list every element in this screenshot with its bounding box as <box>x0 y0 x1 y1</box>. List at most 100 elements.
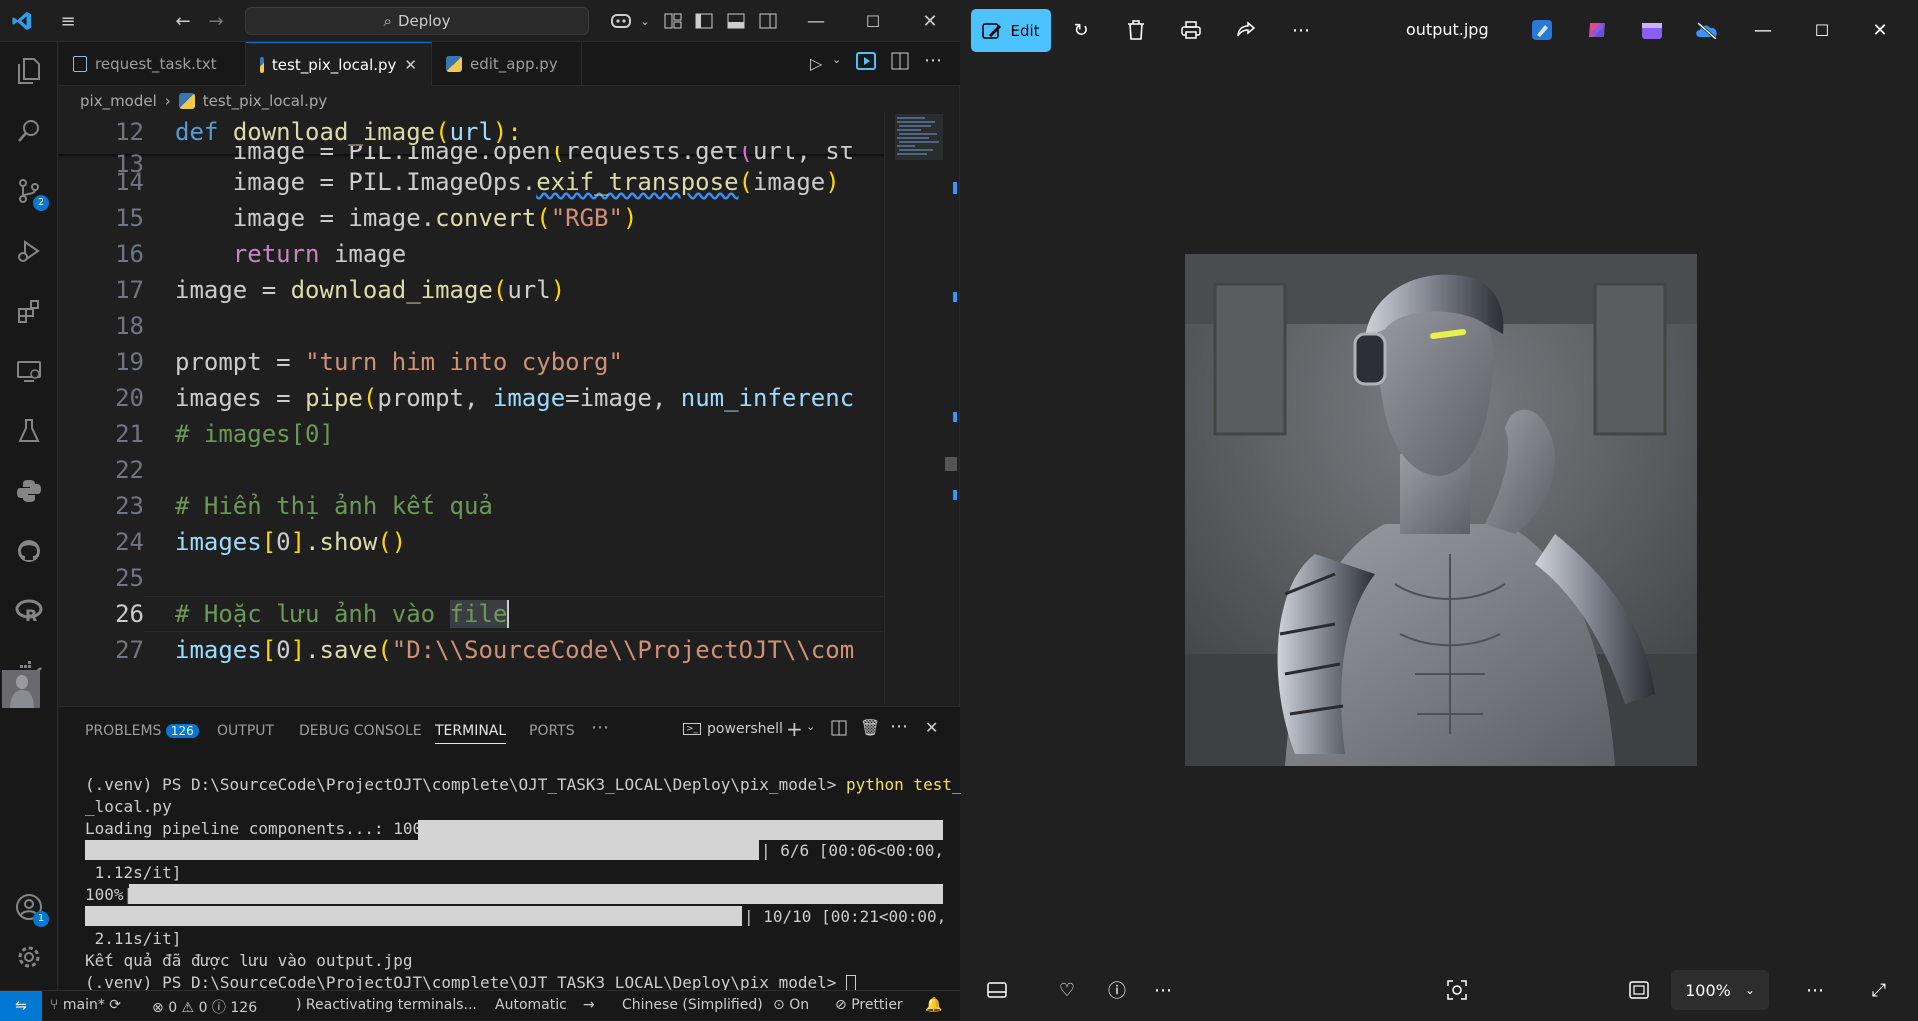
remote-indicator-icon[interactable]: ⇋ <box>0 991 42 1021</box>
notifications-bell-icon[interactable]: 🔔 <box>925 997 942 1013</box>
tab-terminal[interactable]: TERMINAL <box>435 723 507 744</box>
testing-flask-icon[interactable] <box>13 415 45 447</box>
share-icon[interactable] <box>1230 14 1262 46</box>
tab-test-pix-local[interactable]: test_pix_local.py ✕ <box>246 42 432 86</box>
delete-trash-icon[interactable] <box>1120 14 1152 46</box>
error-count: 0 <box>168 1000 178 1016</box>
terminal-icon: >_ <box>683 723 702 735</box>
forward-arrow-icon[interactable]: → <box>204 9 228 33</box>
problems-indicator[interactable]: ⊗ 0 ⚠ 0 ⓘ 126 <box>152 997 257 1017</box>
clipchamp-app-icon[interactable] <box>1636 14 1668 46</box>
toggle-primary-sidebar-icon[interactable] <box>692 9 716 33</box>
close-tab-icon[interactable]: ✕ <box>404 56 417 74</box>
chevron-down-icon: ⌄ <box>1744 983 1755 997</box>
run-chevron-down-icon[interactable]: ⌄ <box>832 53 841 66</box>
copilot-status[interactable]: ⊙ On <box>773 997 809 1013</box>
maximize-icon[interactable]: ☐ <box>1806 14 1838 46</box>
language-indicator[interactable]: Chinese (Simplified) <box>622 997 763 1013</box>
maximize-icon[interactable]: ☐ <box>861 9 885 33</box>
edit-button[interactable]: Edit <box>971 9 1051 52</box>
code-editor[interactable]: 12 def download_image(url): 13 image = P… <box>59 112 884 704</box>
more-options-icon[interactable]: ⋯ <box>1147 974 1179 1006</box>
tab-request-task[interactable]: request_task.txt <box>59 42 246 86</box>
remote-explorer-icon[interactable] <box>13 355 45 387</box>
run-python-file-icon[interactable]: ▷ <box>810 54 822 73</box>
terminal-chevron-down-icon[interactable]: ⌄ <box>806 720 815 733</box>
split-editor-icon[interactable] <box>891 52 909 74</box>
back-arrow-icon[interactable]: ← <box>171 9 195 33</box>
photo-viewer-image[interactable] <box>1185 254 1697 766</box>
file-info-icon[interactable]: ⓘ <box>1101 974 1133 1006</box>
progress-bar <box>418 820 943 840</box>
copilot-avatar-thumbnail[interactable] <box>2 670 40 708</box>
favorite-heart-icon[interactable]: ♡ <box>1051 974 1083 1006</box>
line-number: 14 <box>115 168 144 196</box>
tab-output[interactable]: OUTPUT <box>217 723 274 739</box>
zoom-level-dropdown[interactable]: 100% ⌄ <box>1671 970 1769 1010</box>
terminal-output[interactable]: (.venv) PS D:\SourceCode\ProjectOJT\comp… <box>85 774 991 994</box>
more-terminal-actions-icon[interactable]: ⋯ <box>890 716 908 737</box>
prettier-status[interactable]: ⊘ Prettier <box>835 997 903 1013</box>
menu-icon[interactable]: ≡ <box>56 9 80 33</box>
close-icon[interactable]: ✕ <box>918 9 942 33</box>
rotate-icon[interactable]: ↻ <box>1065 14 1097 46</box>
toggle-secondary-sidebar-icon[interactable] <box>756 9 780 33</box>
tab-edit-app[interactable]: edit_app.py <box>432 42 582 86</box>
eol-indicator[interactable]: Automatic <box>495 997 567 1013</box>
breadcrumb-file[interactable]: test_pix_local.py <box>203 92 328 110</box>
breadcrumb: pix_model › test_pix_local.py <box>80 92 327 110</box>
accounts-icon[interactable]: 1 <box>13 891 49 927</box>
r-language-icon[interactable]: R <box>13 595 45 627</box>
fit-to-window-icon[interactable] <box>1623 974 1655 1006</box>
visual-search-icon[interactable] <box>1441 974 1473 1006</box>
run-debug-icon[interactable] <box>13 235 45 267</box>
more-actions-icon[interactable]: ⋯ <box>924 50 942 71</box>
full-screen-icon[interactable]: ⤢ <box>1863 974 1895 1006</box>
close-icon[interactable]: ✕ <box>1864 14 1896 46</box>
minimize-icon[interactable]: — <box>804 9 828 33</box>
status-bar: ⇋ ⑂ main* ⟳ ⊗ 0 ⚠ 0 ⓘ 126 ) Reactivating… <box>0 990 960 1021</box>
copilot-app-icon[interactable] <box>1581 14 1613 46</box>
minimize-icon[interactable]: — <box>1747 14 1779 46</box>
terminal-shell-selector[interactable]: >_ powershell <box>683 721 783 737</box>
branch-indicator[interactable]: ⑂ main* ⟳ <box>50 997 121 1013</box>
accounts-badge: 1 <box>33 911 49 927</box>
designer-app-icon[interactable] <box>1526 14 1558 46</box>
more-options-icon[interactable]: ⋯ <box>1799 974 1831 1006</box>
tab-label: edit_app.py <box>470 55 558 73</box>
source-control-badge: 2 <box>33 195 49 211</box>
new-terminal-icon[interactable]: + <box>786 717 803 741</box>
terminal-line: Kết quả đã được lưu vào output.jpg <box>85 951 413 970</box>
chevron-right-icon: › <box>164 92 171 110</box>
terminal-progress-line: Loading pipeline components...: 100%| <box>85 818 945 840</box>
tab-problems[interactable]: PROBLEMS 126 <box>85 723 199 739</box>
onedrive-offline-icon[interactable] <box>1691 14 1723 46</box>
open-preview-icon[interactable] <box>856 52 876 74</box>
line-number: 12 <box>115 118 144 146</box>
reactivating-terminals-status[interactable]: ) Reactivating terminals... <box>296 997 477 1013</box>
toggle-panel-icon[interactable] <box>724 9 748 33</box>
layout-customize-icon[interactable] <box>661 9 685 33</box>
close-panel-icon[interactable]: ✕ <box>925 718 938 737</box>
terminal-progress-line: | 10/10 [00:21<00:00, <box>85 906 946 928</box>
search-icon[interactable] <box>13 115 45 147</box>
source-control-icon[interactable]: 2 <box>13 175 49 211</box>
github-icon[interactable] <box>13 535 45 567</box>
command-center-search[interactable]: ⌕ Deploy <box>245 7 589 35</box>
filmstrip-toggle-icon[interactable] <box>981 974 1013 1006</box>
kill-terminal-trash-icon[interactable]: 🗑 <box>860 718 880 737</box>
minimap[interactable] <box>884 112 957 704</box>
split-terminal-icon[interactable] <box>831 720 847 740</box>
python-icon[interactable] <box>13 475 45 507</box>
gear-icon[interactable] <box>13 941 45 973</box>
explorer-icon[interactable] <box>13 55 45 87</box>
tab-debug-console[interactable]: DEBUG CONSOLE <box>299 723 422 739</box>
tab-ports[interactable]: PORTS <box>529 723 575 739</box>
extensions-icon[interactable] <box>13 295 45 327</box>
more-panel-tabs-icon[interactable]: ⋯ <box>591 717 609 738</box>
breadcrumb-folder[interactable]: pix_model <box>80 92 157 110</box>
print-icon[interactable] <box>1175 14 1207 46</box>
chevron-down-icon[interactable]: ⌄ <box>633 9 657 33</box>
more-options-icon[interactable]: ⋯ <box>1285 14 1317 46</box>
code-line-23: # Hiển thị ảnh kết quả <box>175 492 493 520</box>
